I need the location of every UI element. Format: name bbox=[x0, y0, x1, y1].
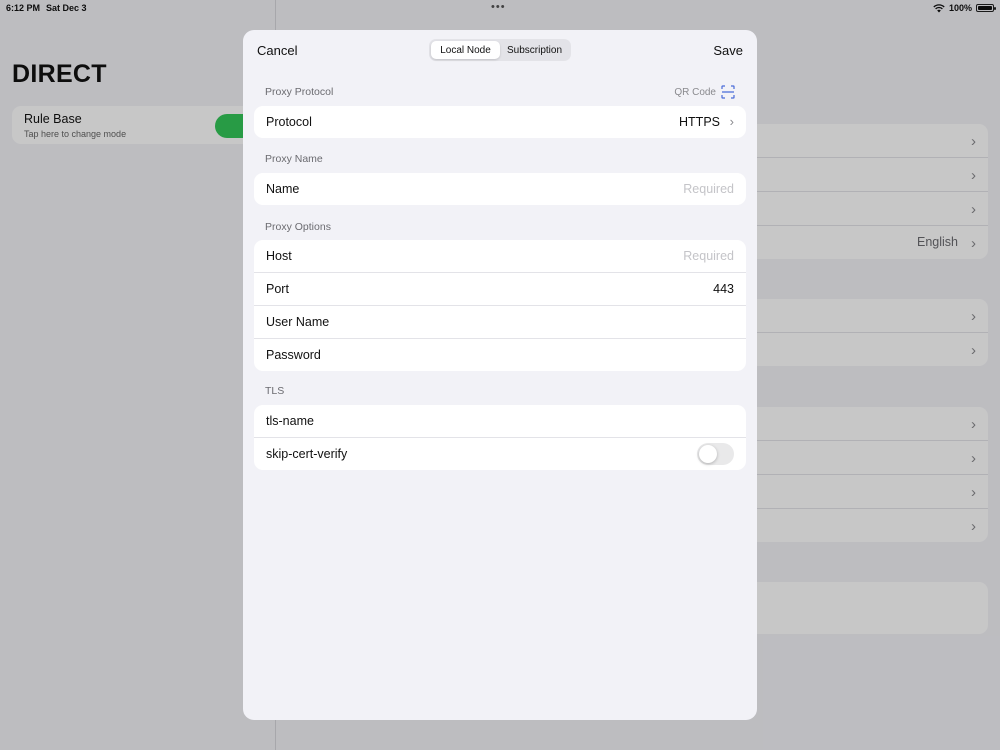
cancel-button[interactable]: Cancel bbox=[257, 43, 297, 58]
name-label: Name bbox=[266, 182, 300, 196]
section-header-name: Proxy Name bbox=[265, 153, 323, 165]
port-row[interactable]: Port 443 bbox=[254, 273, 746, 306]
tab-subscription[interactable]: Subscription bbox=[500, 41, 569, 59]
qr-code-button[interactable]: QR Code bbox=[674, 85, 735, 99]
password-row[interactable]: Password bbox=[254, 339, 746, 371]
name-input[interactable]: Required bbox=[683, 182, 734, 196]
qr-scan-icon bbox=[721, 85, 735, 99]
username-row[interactable]: User Name bbox=[254, 306, 746, 339]
name-group: Name Required bbox=[254, 173, 746, 205]
protocol-row[interactable]: Protocol HTTPS › bbox=[254, 106, 746, 138]
username-label: User Name bbox=[266, 315, 330, 329]
section-header-protocol: Proxy Protocol bbox=[265, 86, 334, 98]
section-header-options: Proxy Options bbox=[265, 221, 331, 233]
skip-cert-verify-label: skip-cert-verify bbox=[266, 447, 348, 461]
name-row[interactable]: Name Required bbox=[254, 173, 746, 205]
password-label: Password bbox=[266, 348, 321, 362]
host-input[interactable]: Required bbox=[683, 249, 734, 263]
port-input[interactable]: 443 bbox=[713, 282, 734, 296]
chevron-right-icon: › bbox=[729, 114, 734, 129]
skip-cert-verify-toggle[interactable] bbox=[697, 443, 734, 465]
proxy-editor-sheet: Cancel Local Node Subscription Save Prox… bbox=[243, 30, 757, 720]
source-segmented-control: Local Node Subscription bbox=[429, 39, 571, 61]
tls-name-row[interactable]: tls-name bbox=[254, 405, 746, 438]
save-button[interactable]: Save bbox=[713, 43, 743, 58]
sheet-nav-bar: Cancel Local Node Subscription Save bbox=[243, 30, 757, 70]
port-label: Port bbox=[266, 282, 289, 296]
host-label: Host bbox=[266, 249, 292, 263]
protocol-label: Protocol bbox=[266, 115, 312, 129]
tab-local-node[interactable]: Local Node bbox=[431, 41, 500, 59]
protocol-value: HTTPS bbox=[679, 115, 720, 129]
host-row[interactable]: Host Required bbox=[254, 240, 746, 273]
options-group: Host Required Port 443 User Name Passwor… bbox=[254, 240, 746, 371]
protocol-group: Protocol HTTPS › bbox=[254, 106, 746, 138]
skip-cert-verify-row: skip-cert-verify bbox=[254, 438, 746, 470]
section-header-tls: TLS bbox=[265, 385, 285, 397]
tls-name-label: tls-name bbox=[266, 414, 314, 428]
tls-group: tls-name skip-cert-verify bbox=[254, 405, 746, 470]
qr-code-label: QR Code bbox=[674, 86, 716, 98]
